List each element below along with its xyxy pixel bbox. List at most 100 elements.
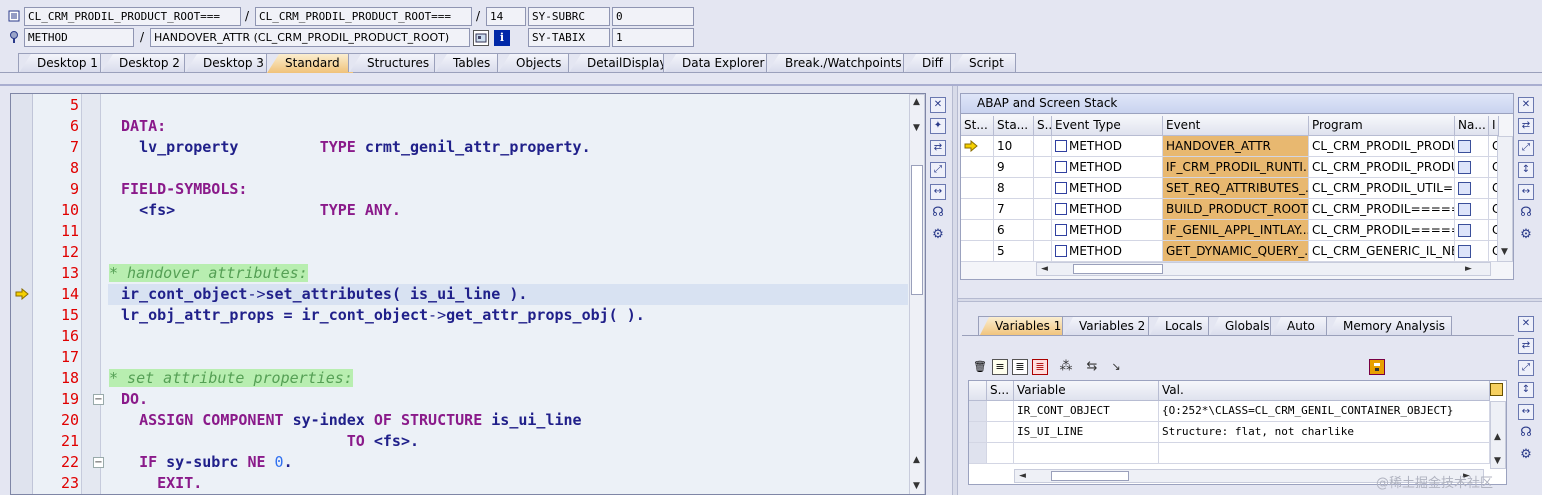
stack-program-cell[interactable]: CL_CRM_PRODIL_PRODU... [1309, 157, 1455, 178]
tab-breakpoints[interactable]: Break./Watchpoints [766, 53, 906, 72]
display-source-icon[interactable] [473, 30, 489, 46]
stack-event-type-cell[interactable]: METHOD [1052, 136, 1163, 157]
tab-diff[interactable]: Diff [903, 53, 953, 72]
stack-s-cell[interactable] [1034, 199, 1052, 220]
stack-nav-cell[interactable] [1455, 136, 1489, 157]
resize-vertical-icon[interactable]: ↕ [1518, 162, 1534, 178]
services-icon[interactable]: ☊ [1518, 426, 1534, 442]
new-var-icon[interactable]: ↘ [1108, 359, 1124, 375]
services-icon[interactable]: ☊ [1518, 206, 1534, 222]
variable-column-header[interactable]: Val. [1159, 381, 1490, 401]
close-tool-icon[interactable]: ✕ [930, 97, 946, 113]
scroll-thumb[interactable] [1051, 471, 1129, 481]
scroll-up-icon[interactable]: ▲ [1494, 432, 1501, 442]
stack-status-cell[interactable] [961, 178, 994, 199]
stack-column-header[interactable]: Sta... [994, 116, 1034, 136]
stack-event-type-cell[interactable]: METHOD [1052, 199, 1163, 220]
variable-value-cell[interactable]: Structure: flat, not charlike [1159, 422, 1490, 443]
variable-column-header[interactable]: Variable [1014, 381, 1159, 401]
tab-memory-analysis[interactable]: Memory Analysis [1326, 316, 1452, 337]
variable-value-cell[interactable] [1159, 443, 1490, 464]
stack-level-cell[interactable]: 7 [994, 199, 1034, 220]
stack-horizontal-scrollbar[interactable]: ◄ ► [1036, 262, 1491, 276]
stack-program-cell[interactable]: CL_CRM_PRODIL_PRODU... [1309, 136, 1455, 157]
stack-column-header[interactable]: Na... [1455, 116, 1489, 136]
tab-variables-2[interactable]: Variables 2 [1062, 316, 1154, 337]
delete-icon[interactable]: 🗑 [972, 359, 988, 375]
swap-tool-icon[interactable]: ⇄ [1518, 118, 1534, 134]
fold-toggle-icon[interactable]: − [93, 457, 104, 468]
splitter[interactable] [952, 86, 958, 495]
row-selector[interactable] [969, 422, 987, 443]
stack-status-cell[interactable] [961, 199, 994, 220]
services-icon[interactable]: ☊ [930, 206, 946, 222]
row-selector[interactable] [969, 401, 987, 422]
scroll-down-icon[interactable]: ▼ [1494, 456, 1501, 466]
scroll-left-icon[interactable]: ◄ [1041, 264, 1048, 274]
variable-name-cell[interactable]: IS_UI_LINE [1014, 422, 1159, 443]
navigate-source-icon[interactable] [1458, 140, 1471, 153]
variable-value-cell[interactable]: {O:252*\CLASS=CL_CRM_GENIL_CONTAINER_OBJ… [1159, 401, 1490, 422]
navigate-source-icon[interactable] [1458, 182, 1471, 195]
tab-auto[interactable]: Auto [1270, 316, 1332, 337]
variable-name-cell[interactable] [1014, 443, 1159, 464]
resize-icon[interactable]: ↔ [930, 184, 946, 200]
tab-tables[interactable]: Tables [434, 53, 500, 72]
sy-field-name-1[interactable]: SY-SUBRC [528, 7, 610, 26]
stack-nav-cell[interactable] [1455, 178, 1489, 199]
variable-status-cell[interactable] [987, 443, 1014, 464]
stack-program-cell[interactable]: CL_CRM_PRODIL_UTIL=... [1309, 178, 1455, 199]
stack-event-cell[interactable]: BUILD_PRODUCT_ROOT... [1163, 199, 1309, 220]
variable-status-cell[interactable] [987, 422, 1014, 443]
resize-icon[interactable]: ↔ [1518, 184, 1534, 200]
stack-nav-cell[interactable] [1455, 220, 1489, 241]
layout-icon[interactable] [1490, 383, 1503, 396]
stack-nav-cell[interactable] [1455, 199, 1489, 220]
scroll-right-icon[interactable]: ► [1465, 264, 1472, 274]
sy-field-value-1[interactable]: 0 [612, 7, 694, 26]
save-variants-icon[interactable]: ≣ [1012, 359, 1028, 375]
tool-settings-icon[interactable]: ⚙ [930, 228, 946, 244]
stack-program-cell[interactable]: CL_CRM_GENERIC_IL_NE... [1309, 241, 1455, 262]
stack-event-cell[interactable]: IF_CRM_PRODIL_RUNTI... [1163, 157, 1309, 178]
horizontal-splitter[interactable] [958, 298, 1542, 302]
tab-structures[interactable]: Structures [348, 53, 438, 72]
close-tool-icon[interactable]: ✕ [1518, 316, 1534, 332]
swap-tool-icon[interactable]: ⇄ [930, 140, 946, 156]
stack-level-cell[interactable]: 10 [994, 136, 1034, 157]
class-name-field[interactable]: CL_CRM_PRODIL_PRODUCT_ROOT=== [24, 7, 241, 26]
stack-level-cell[interactable]: 9 [994, 157, 1034, 178]
event-type-field[interactable]: METHOD [24, 28, 134, 47]
structure-icon[interactable]: ⁂ [1058, 359, 1074, 375]
close-tool-icon[interactable]: ✕ [1518, 97, 1534, 113]
navigate-source-icon[interactable] [1458, 245, 1471, 258]
line-number-field[interactable]: 14 [486, 7, 526, 26]
stack-event-cell[interactable]: IF_GENIL_APPL_INTLAY... [1163, 220, 1309, 241]
tool-settings-icon[interactable]: ⚙ [1518, 228, 1534, 244]
fold-toggle-icon[interactable]: − [93, 394, 104, 405]
editor-vertical-scrollbar[interactable]: ▲ ▼ ▲ ▼ [909, 94, 925, 494]
tab-globals[interactable]: Globals [1208, 316, 1276, 337]
stack-s-cell[interactable] [1034, 241, 1052, 262]
stack-status-cell[interactable] [961, 157, 994, 178]
stack-vertical-scrollbar[interactable]: ▼ [1497, 136, 1513, 262]
maximize-icon[interactable]: ⤢ [1518, 140, 1534, 156]
stack-level-cell[interactable]: 8 [994, 178, 1034, 199]
resize-vertical-icon[interactable]: ↕ [1518, 382, 1534, 398]
source-code-editor[interactable]: 5 6 7 8 9 10 11 12 13 14 15 16 17 18 19 20 21 22 23 DATA: … [10, 93, 926, 495]
stack-column-header[interactable]: I [1489, 116, 1499, 136]
scroll-down-icon[interactable]: ▼ [913, 481, 920, 491]
stack-s-cell[interactable] [1034, 220, 1052, 241]
tab-script[interactable]: Script [950, 53, 1016, 72]
tab-standard[interactable]: Standard [266, 53, 354, 73]
stack-column-header[interactable]: Program [1309, 116, 1455, 136]
stack-column-header[interactable]: S... [1034, 116, 1052, 136]
stack-s-cell[interactable] [1034, 136, 1052, 157]
navigate-icon[interactable]: ⇆ [1084, 359, 1100, 375]
stack-level-cell[interactable]: 6 [994, 220, 1034, 241]
stack-nav-cell[interactable] [1455, 157, 1489, 178]
tab-objects[interactable]: Objects [497, 53, 572, 72]
delete-variants-icon[interactable]: ≣ [1032, 359, 1048, 375]
stack-column-header[interactable]: St... [961, 116, 994, 136]
tab-data-explorer[interactable]: Data Explorer [663, 53, 772, 72]
